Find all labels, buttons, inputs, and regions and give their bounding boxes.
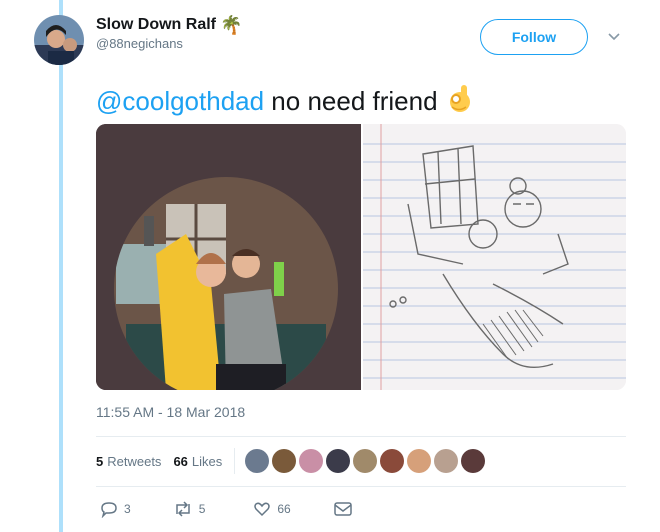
liker-avatars xyxy=(245,449,486,473)
envelope-icon xyxy=(333,502,352,516)
display-name[interactable]: Slow Down Ralf 🌴 xyxy=(96,16,242,34)
liker-avatar[interactable] xyxy=(326,449,351,473)
liker-avatar[interactable] xyxy=(380,449,405,473)
liker-avatar[interactable] xyxy=(407,449,432,473)
liker-avatar[interactable] xyxy=(272,449,297,473)
like-count: 66 xyxy=(277,502,291,516)
direct-message-button[interactable] xyxy=(333,501,353,517)
photo-image[interactable] xyxy=(96,124,361,390)
thread-line xyxy=(59,0,63,532)
tweet-body: no need friend xyxy=(264,86,438,116)
retweets-stat[interactable]: 5 Retweets xyxy=(96,454,161,469)
palm-tree-icon: 🌴 xyxy=(220,15,243,35)
chevron-down-icon[interactable] xyxy=(606,28,622,44)
like-button[interactable]: 66 xyxy=(253,500,291,518)
timestamp[interactable]: 11:55 AM - 18 Mar 2018 xyxy=(96,404,245,420)
stats-separator xyxy=(234,448,236,474)
display-name-text[interactable]: Slow Down Ralf xyxy=(96,16,216,34)
liker-avatar[interactable] xyxy=(353,449,378,473)
drawing-image[interactable] xyxy=(363,124,626,390)
reply-icon xyxy=(101,502,117,518)
reply-button[interactable]: 3 xyxy=(100,500,131,518)
retweets-count: 5 xyxy=(96,453,104,469)
divider xyxy=(96,436,626,437)
reply-count: 3 xyxy=(124,502,131,516)
retweets-label: Retweets xyxy=(107,453,162,469)
retweet-count: 5 xyxy=(198,502,206,516)
liker-avatar[interactable] xyxy=(245,449,270,473)
likes-label: Likes xyxy=(191,453,223,469)
mention-link[interactable]: @coolgothdad xyxy=(96,86,264,117)
tweet-text: @coolgothdad no need friend xyxy=(96,83,472,120)
user-info: Slow Down Ralf 🌴 @88negichans xyxy=(96,16,242,51)
follow-button[interactable]: Follow xyxy=(480,19,588,55)
likes-count: 66 xyxy=(173,453,188,469)
user-handle[interactable]: @88negichans xyxy=(96,36,242,51)
retweet-icon xyxy=(175,501,190,517)
ok-hand-icon xyxy=(446,83,472,120)
liker-avatar[interactable] xyxy=(461,449,486,473)
engagement-stats: 5 Retweets 66 Likes xyxy=(96,443,486,479)
media-container[interactable] xyxy=(96,124,626,390)
heart-icon xyxy=(254,502,271,517)
liker-avatar[interactable] xyxy=(299,449,324,473)
liker-avatar[interactable] xyxy=(434,449,459,473)
avatar[interactable] xyxy=(34,15,84,65)
tweet-actions: 3 5 66 xyxy=(100,500,353,518)
divider xyxy=(96,486,626,487)
retweet-button[interactable]: 5 xyxy=(173,500,206,518)
likes-stat[interactable]: 66 Likes xyxy=(173,454,222,469)
